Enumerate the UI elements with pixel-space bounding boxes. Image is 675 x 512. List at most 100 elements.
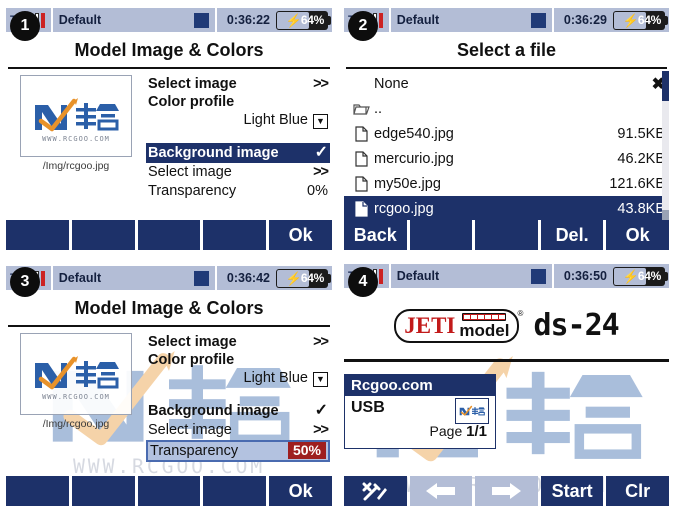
title-divider — [346, 67, 667, 69]
page-value: 1/1 — [466, 423, 487, 440]
telemetry-widget-rcgoo[interactable]: Rcgoo.com USB Page 1/1 — [344, 374, 496, 449]
device-model-name: ds-24 — [533, 308, 619, 343]
footer-button-3[interactable] — [137, 220, 201, 250]
menu-label: Background image — [148, 145, 279, 162]
footer-button-prev-page[interactable] — [409, 476, 473, 506]
footer-button-start[interactable]: Start — [540, 476, 604, 506]
scrollbar-thumb[interactable] — [662, 71, 669, 101]
menu-label: Select image — [148, 422, 232, 439]
menu-item-color-profile[interactable]: Color profile — [146, 351, 330, 369]
file-size: 121.6KB — [609, 175, 665, 192]
transparency-value: 0% — [307, 182, 328, 199]
status-divider-2 — [551, 8, 554, 32]
footer-button-delete[interactable]: Del. — [540, 220, 604, 250]
menu-item-bg-select-image[interactable]: Select image >> — [146, 163, 330, 181]
menu-item-background-image[interactable]: Background image ✓ — [146, 143, 330, 164]
menu-item-background-image[interactable]: Background image ✓ — [146, 401, 330, 421]
brand-logo-area: JETI model ® ds-24 — [344, 290, 669, 357]
battery-indicator: ⚡ 64% — [276, 10, 331, 30]
menu-label: Color profile — [148, 352, 235, 369]
model-wordmark-wrap: model — [459, 312, 509, 339]
file-list[interactable]: None ✖ .. edge540.jpg 91.5KB mercurio.jp… — [344, 71, 669, 220]
flag-stripes-icon — [462, 312, 507, 321]
menu-label: Background image — [148, 403, 279, 420]
menu-item-transparency-focused[interactable]: Transparency 50% — [146, 439, 330, 462]
list-item[interactable]: my50e.jpg 121.6KB — [344, 171, 669, 196]
image-path-label: /Img/rcgoo.jpg — [42, 160, 110, 172]
menu-label: Color profile — [148, 94, 235, 111]
page-title: Select a file — [456, 40, 557, 60]
menu-item-select-image[interactable]: Select image >> — [146, 75, 330, 93]
status-bar: Tx Default 0:36:50 ⚡ 64% — [344, 264, 669, 290]
panel-model-image-colors-1: 1 Tx Default 0:36:22 ⚡ 64% Model Image &… — [0, 0, 338, 256]
footer-button-clr[interactable]: Clr — [606, 476, 669, 506]
screenshot-grid: 1 Tx Default 0:36:22 ⚡ 64% Model Image &… — [0, 0, 675, 512]
profile-label: Default — [58, 271, 102, 285]
menu-label: Select image — [148, 76, 237, 92]
footer-button-bar: Ok — [6, 476, 332, 506]
footer-button-1[interactable] — [6, 476, 69, 506]
model-color-swatch — [530, 268, 546, 284]
panel-model-image-colors-3: 3 Tx Default 0:36:42 ⚡ 64% Model Image &… — [0, 256, 338, 512]
model-image-body: WWW.RCGOO.COM /Img/rcgoo.jpg Select imag… — [6, 69, 332, 220]
footer-button-2[interactable] — [71, 476, 135, 506]
page-title: Model Image & Colors — [74, 298, 264, 318]
footer-button-3[interactable] — [475, 220, 538, 250]
footer-button-2[interactable] — [409, 220, 473, 250]
scrollbar[interactable] — [662, 71, 669, 220]
battery-percent: 64% — [637, 13, 661, 27]
list-item-selected[interactable]: rcgoo.jpg 43.8KB — [344, 196, 669, 220]
model-image-menu: Select image >> Color profile Light Blue… — [146, 333, 332, 476]
file-name: .. — [374, 100, 383, 117]
menu-item-transparency[interactable]: Transparency 0% — [146, 182, 330, 200]
list-item[interactable]: mercurio.jpg 46.2KB — [344, 146, 669, 171]
footer-button-ok[interactable]: Ok — [606, 220, 669, 250]
status-divider-2 — [214, 8, 217, 32]
chevron-down-icon[interactable]: ▼ — [313, 372, 328, 388]
footer-button-tools[interactable] — [344, 476, 407, 506]
footer-button-back[interactable]: Back — [344, 220, 407, 250]
color-profile-select[interactable]: Light Blue ▼ — [146, 369, 330, 388]
file-icon — [348, 200, 374, 217]
footer-button-ok[interactable]: Ok — [269, 476, 332, 506]
panel-badge-4: 4 — [348, 267, 378, 297]
list-item[interactable]: edge540.jpg 91.5KB — [344, 121, 669, 146]
panel-main-screen-4: 4 Tx Default 0:36:50 ⚡ 64% — [338, 256, 675, 512]
model-image-thumbnail[interactable]: WWW.RCGOO.COM — [20, 75, 132, 157]
svg-text:WWW.RCGOO.COM: WWW.RCGOO.COM — [42, 393, 110, 401]
footer-button-1[interactable] — [6, 220, 69, 250]
main-screen-body: WWW.RCGOO.COM JETI model ® ds-24 Rcgoo.c… — [344, 290, 669, 497]
footer-button-2[interactable] — [71, 220, 135, 250]
header-divider — [344, 359, 669, 362]
status-bar: Tx Default 0:36:42 ⚡ 64% — [6, 266, 332, 292]
battery-percent: 64% — [637, 269, 661, 283]
arrow-left-icon — [425, 483, 455, 499]
rcgoo-logo-icon: WWW.RCGOO.COM — [35, 356, 119, 401]
status-divider-1 — [50, 266, 53, 290]
model-image-thumbnail[interactable]: WWW.RCGOO.COM — [20, 333, 132, 415]
file-size: 46.2KB — [617, 150, 665, 167]
chevron-down-icon[interactable]: ▼ — [313, 114, 328, 130]
menu-item-bg-select-image[interactable]: Select image >> — [146, 421, 330, 439]
battery-indicator: ⚡ 64% — [613, 266, 668, 286]
profile-label: Default — [58, 13, 102, 27]
footer-button-4[interactable] — [203, 220, 267, 250]
file-name: edge540.jpg — [374, 125, 454, 142]
file-icon — [348, 125, 374, 142]
list-item[interactable]: None ✖ — [344, 71, 669, 96]
footer-button-3[interactable] — [137, 476, 201, 506]
menu-item-color-profile[interactable]: Color profile — [146, 93, 330, 111]
list-item[interactable]: .. — [344, 96, 669, 121]
profile-label: Default — [396, 13, 440, 27]
footer-button-ok[interactable]: Ok — [269, 220, 332, 250]
model-image-body: WWW.RCGOO.COM WWW.RCGOO.COM /Img/rcgoo.j… — [6, 327, 332, 477]
model-image-menu: Select image >> Color profile Light Blue… — [146, 75, 332, 220]
jeti-wordmark: JETI — [404, 313, 456, 338]
color-profile-select[interactable]: Light Blue ▼ — [146, 111, 330, 130]
image-preview-area: WWW.RCGOO.COM /Img/rcgoo.jpg — [6, 333, 146, 476]
footer-button-4[interactable] — [203, 476, 267, 506]
folder-icon — [348, 102, 374, 116]
menu-item-select-image[interactable]: Select image >> — [146, 333, 330, 351]
footer-button-next-page[interactable] — [475, 476, 538, 506]
widget-body: USB Page 1/1 — [345, 396, 495, 448]
